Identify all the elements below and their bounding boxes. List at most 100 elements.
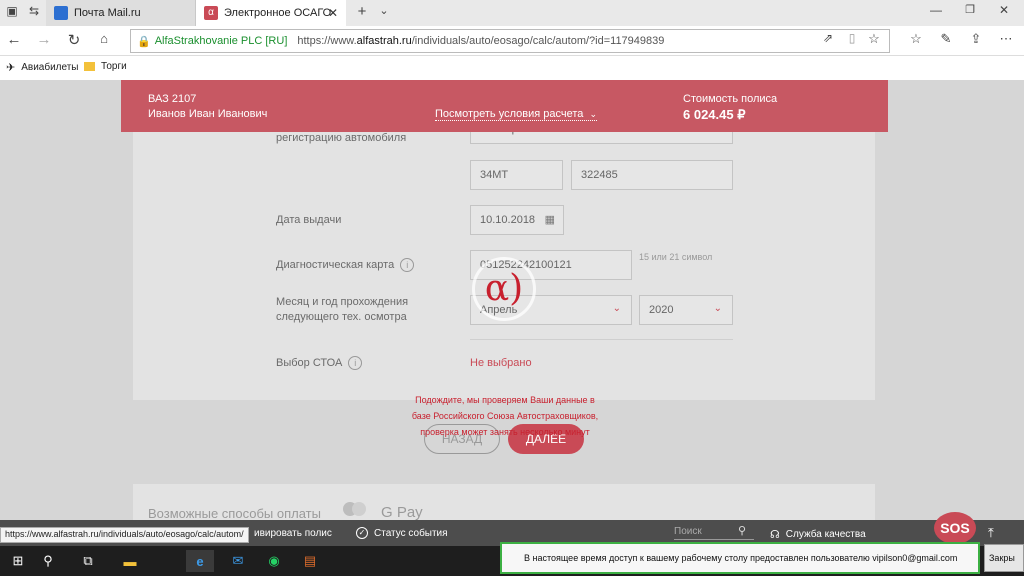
- quality-service-link[interactable]: ☊ Служба качества: [770, 528, 866, 541]
- headset-icon: ☊: [770, 529, 780, 541]
- translate-icon[interactable]: ⇗: [818, 31, 838, 45]
- tab-actions-icon[interactable]: ▣: [2, 4, 22, 18]
- year-value: 2020: [649, 304, 674, 316]
- series-value: 34МТ: [480, 169, 509, 181]
- search-icon[interactable]: ⚲: [34, 550, 62, 572]
- minimize-icon[interactable]: —: [926, 3, 946, 17]
- info-icon[interactable]: i: [400, 258, 415, 273]
- sos-button[interactable]: SOS: [934, 512, 976, 544]
- windows-start-icon[interactable]: ⊞: [4, 550, 32, 572]
- search-input[interactable]: Поиск ⚲: [674, 524, 754, 540]
- loading-line-3: проверка может занять несколько минут: [420, 427, 590, 437]
- event-status-link[interactable]: ✓ Статус события: [356, 527, 448, 539]
- favorite-torgi-label: Торги: [101, 61, 127, 72]
- next-inspection-label-2: следующего тех. осмотра: [276, 311, 407, 323]
- price-label: Стоимость полиса: [683, 93, 778, 105]
- url-domain: alfastrah.ru: [356, 35, 412, 47]
- restore-icon[interactable]: ❐: [960, 3, 980, 16]
- favorites-bar: ✈ Авиабилеты Торги: [0, 56, 1024, 80]
- tab-mail-label: Почта Mail.ru: [74, 7, 141, 19]
- car-model: ВАЗ 2107: [148, 93, 197, 105]
- conditions-link-label: Посмотреть условия расчета: [435, 108, 584, 120]
- back-arrow-icon[interactable]: ←: [4, 31, 24, 48]
- chevron-down-icon: ⌄: [612, 303, 621, 314]
- diag-hint: 15 или 21 символ: [639, 252, 713, 262]
- page-content: регистрацию автомобиля Паспорт ТС 34МТ 3…: [0, 80, 1024, 546]
- calendar-icon[interactable]: ▦: [545, 213, 555, 226]
- loading-line-1: Подождите, мы проверяем Ваши данные в: [415, 395, 595, 405]
- chevron-down-icon: ⌄: [589, 109, 597, 119]
- favorite-avia-label: Авиабилеты: [21, 62, 79, 73]
- reg-doc-label: регистрацию автомобиля: [276, 132, 407, 144]
- folder-icon: [84, 62, 95, 71]
- address-bar: ← → ↻ ⌂ 🔒 AlfaStrakhovanie PLC [RU] http…: [0, 26, 1024, 56]
- mail-favicon-icon: [54, 6, 68, 20]
- chevron-down-icon[interactable]: ⌄: [374, 4, 394, 17]
- new-tab-icon[interactable]: +: [352, 3, 372, 20]
- whatsapp-icon[interactable]: ◉: [260, 550, 288, 572]
- tab-preview-icon[interactable]: ⇆: [24, 4, 44, 18]
- favorite-star-icon[interactable]: ☆: [864, 31, 884, 47]
- stoa-label: Выбор СТОА: [276, 357, 343, 369]
- mail-icon[interactable]: ✉: [224, 550, 252, 572]
- policy-banner: ВАЗ 2107 Иванов Иван Иванович Посмотреть…: [121, 80, 888, 132]
- number-value: 322485: [581, 169, 618, 181]
- close-notification-button[interactable]: Закры: [984, 544, 1024, 572]
- check-circle-icon: ✓: [356, 527, 368, 539]
- edge-icon[interactable]: e: [186, 550, 214, 572]
- tab-osago[interactable]: α Электронное ОСАГО ✕: [196, 0, 346, 26]
- task-view-icon[interactable]: ⧉: [74, 550, 102, 572]
- alfa-logo: α): [484, 268, 524, 309]
- more-icon[interactable]: ⋯: [996, 31, 1016, 47]
- tab-bar: ▣ ⇆ Почта Mail.ru α Электронное ОСАГО ✕ …: [0, 0, 1024, 26]
- site-identity: AlfaStrakhovanie PLC [RU]: [154, 35, 288, 47]
- chevron-down-icon: ⌄: [713, 303, 722, 314]
- issue-date-value: 10.10.2018: [480, 214, 536, 226]
- mastercard-icon: [343, 502, 367, 518]
- event-status-label: Статус события: [374, 527, 448, 539]
- diag-label-row: Диагностическая карта i: [276, 258, 415, 273]
- url-field[interactable]: 🔒 AlfaStrakhovanie PLC [RU] https://www.…: [130, 29, 890, 53]
- activate-policy-link[interactable]: ивировать полис: [254, 528, 332, 539]
- favorites-hub-icon[interactable]: ☆: [906, 31, 926, 47]
- loading-spinner: α): [472, 257, 536, 321]
- conditions-link[interactable]: Посмотреть условия расчета ⌄: [435, 108, 597, 121]
- gpay-logo: G Pay: [381, 504, 423, 521]
- windows-taskbar: ⊞ ⚲ ⧉ ▬ e ✉ ◉ ▤ В настоящее время доступ…: [0, 542, 1024, 576]
- diag-label: Диагностическая карта: [276, 259, 395, 271]
- reading-view-icon[interactable]: ▯: [842, 31, 862, 45]
- file-explorer-icon[interactable]: ▬: [116, 550, 144, 572]
- info-icon[interactable]: i: [348, 356, 363, 371]
- close-tab-icon[interactable]: ✕: [328, 6, 338, 20]
- series-input[interactable]: 34МТ: [470, 160, 563, 190]
- alfa-favicon-icon: α: [204, 6, 218, 20]
- home-icon[interactable]: ⌂: [94, 31, 114, 46]
- divider: [470, 339, 733, 340]
- forward-arrow-icon[interactable]: →: [34, 31, 54, 48]
- plane-icon: ✈: [6, 62, 16, 74]
- stoa-label-row: Выбор СТОА i: [276, 356, 363, 371]
- tab-mail[interactable]: Почта Mail.ru: [46, 0, 196, 26]
- notification-text: В настоящее время доступ к вашему рабоче…: [524, 553, 958, 563]
- refresh-icon[interactable]: ↻: [64, 31, 84, 49]
- search-placeholder: Поиск: [674, 526, 702, 537]
- url-prefix: https://www.: [297, 35, 357, 47]
- pen-icon[interactable]: ✎: [936, 31, 956, 47]
- remote-access-notification: В настоящее время доступ к вашему рабоче…: [500, 542, 980, 574]
- document-app-icon[interactable]: ▤: [296, 550, 324, 572]
- favorite-torgi[interactable]: Торги: [84, 61, 127, 72]
- search-icon[interactable]: ⚲: [738, 524, 746, 537]
- year-select[interactable]: 2020 ⌄: [639, 295, 733, 325]
- loading-message: Подождите, мы проверяем Ваши данные в ба…: [380, 392, 630, 440]
- tab-osago-label: Электронное ОСАГО: [224, 7, 332, 19]
- scroll-top-icon[interactable]: ⤒: [988, 525, 994, 541]
- favorite-avia[interactable]: ✈ Авиабилеты: [6, 61, 79, 74]
- next-inspection-label-1: Месяц и год прохождения: [276, 296, 409, 308]
- stoa-select-link[interactable]: Не выбрано: [470, 356, 532, 371]
- lock-icon: 🔒: [137, 35, 151, 48]
- number-input[interactable]: 322485: [571, 160, 733, 190]
- close-window-icon[interactable]: ✕: [994, 3, 1014, 17]
- share-icon[interactable]: ⇪: [966, 31, 986, 47]
- issue-date-input[interactable]: 10.10.2018 ▦: [470, 205, 564, 235]
- owner-name: Иванов Иван Иванович: [148, 108, 268, 120]
